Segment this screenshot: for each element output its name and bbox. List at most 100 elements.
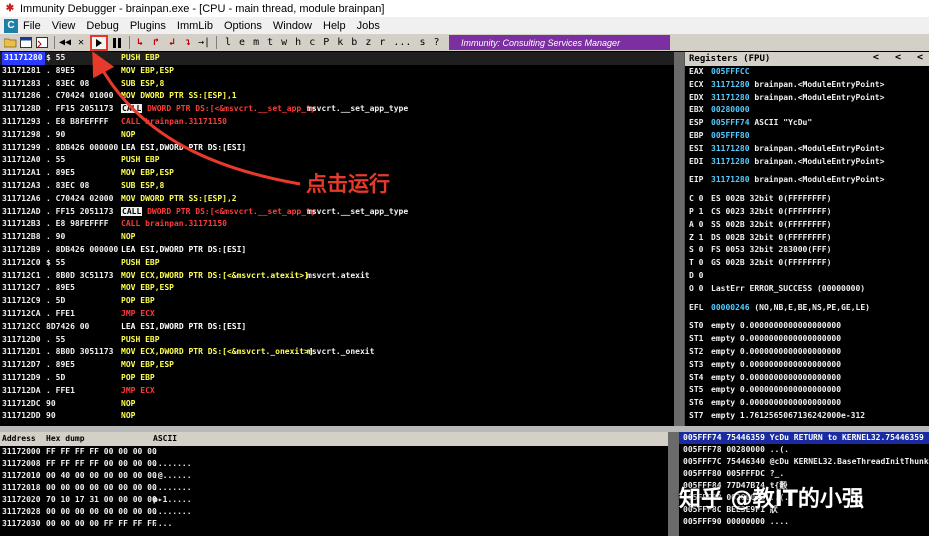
- menu-debug[interactable]: Debug: [86, 20, 118, 32]
- register-row[interactable]: ESI 31171280 brainpan.<ModuleEntryPoint>: [685, 143, 929, 156]
- dump-row[interactable]: 31172030 00 00 00 00 FF FF FF FF....: [0, 518, 668, 530]
- register-row[interactable]: A 0 SS 002B 32bit 0(FFFFFFFF): [685, 219, 929, 232]
- step-over-icon[interactable]: ↱: [149, 35, 163, 50]
- restart-icon[interactable]: ◀◀: [58, 35, 72, 50]
- menu-jobs[interactable]: Jobs: [357, 20, 380, 32]
- register-row[interactable]: ST2 empty 0.0000000000000000000: [685, 346, 929, 359]
- menu-file[interactable]: File: [23, 20, 41, 32]
- disasm-row[interactable]: 311712DD 90 NOP: [0, 410, 674, 423]
- register-row[interactable]: ST0 empty 0.0000000000000000000: [685, 320, 929, 333]
- disasm-row[interactable]: 31171283 . 83EC 08 SUB ESP,8: [0, 78, 674, 91]
- hardware-bp-button[interactable]: z: [365, 37, 371, 48]
- register-value[interactable]: 005FFFCC: [711, 67, 750, 76]
- register-row[interactable]: EDX 31171280 brainpan.<ModuleEntryPoint>: [685, 92, 929, 105]
- executable-modules-button[interactable]: e: [239, 37, 245, 48]
- cpu-window-icon[interactable]: C: [4, 18, 18, 33]
- register-value[interactable]: 31171280: [711, 93, 750, 102]
- register-row[interactable]: EBP 005FFF80: [685, 130, 929, 143]
- dump-col-ascii[interactable]: ASCII: [153, 434, 177, 443]
- disasm-row[interactable]: 311712B8 . 90 NOP: [0, 231, 674, 244]
- dump-row[interactable]: 31172008 FF FF FF FF 00 00 00 00........: [0, 458, 668, 470]
- disasm-row[interactable]: 311712AD . FF15 2051173 CALL DWORD PTR DS:…: [0, 206, 674, 219]
- patches-button[interactable]: P: [323, 37, 329, 48]
- disasm-row[interactable]: 311712CC 8D7426 00 LEA ESI,DWORD PTR DS:[…: [0, 321, 674, 334]
- breakpoints-button[interactable]: b: [351, 37, 357, 48]
- register-value[interactable]: 31171280: [711, 175, 750, 184]
- threads-button[interactable]: t: [267, 37, 273, 48]
- open-folder-icon[interactable]: [3, 35, 17, 50]
- run-trace-button[interactable]: r: [379, 37, 385, 48]
- register-row[interactable]: C 0 ES 002B 32bit 0(FFFFFFFF): [685, 193, 929, 206]
- dump-scrollbar[interactable]: [668, 432, 679, 536]
- register-row[interactable]: ST3 empty 0.0000000000000000000: [685, 359, 929, 372]
- dump-row[interactable]: 31172028 00 00 00 00 00 00 00 00........: [0, 506, 668, 518]
- disasm-row[interactable]: 311712B3 . E8 98FEFFFF CALL brainpan.31171…: [0, 218, 674, 231]
- register-value[interactable]: 005FFF74: [711, 118, 750, 127]
- register-row[interactable]: EBX 00280000: [685, 104, 929, 117]
- register-value[interactable]: 005FFF80: [711, 131, 750, 140]
- dump-row[interactable]: 31172018 00 00 00 00 00 00 00 00........: [0, 482, 668, 494]
- register-value[interactable]: 00280000: [711, 105, 750, 114]
- vertical-scrollbar[interactable]: [674, 52, 684, 426]
- memory-map-button[interactable]: m: [253, 37, 259, 48]
- close-icon[interactable]: ✕: [74, 35, 88, 50]
- register-row[interactable]: P 1 CS 0023 32bit 0(FFFFFFFF): [685, 206, 929, 219]
- register-row[interactable]: T 0 GS 002B 32bit 0(FFFFFFFF): [685, 257, 929, 270]
- step-into-icon[interactable]: ↳: [133, 35, 147, 50]
- call-stack-button[interactable]: k: [337, 37, 343, 48]
- menu-view[interactable]: View: [52, 20, 76, 32]
- register-row[interactable]: ECX 31171280 brainpan.<ModuleEntryPoint>: [685, 79, 929, 92]
- register-row[interactable]: ST4 empty 0.0000000000000000000: [685, 372, 929, 385]
- register-row[interactable]: EAX 005FFFCC: [685, 66, 929, 79]
- dump-col-hex[interactable]: Hex dump: [46, 434, 85, 443]
- stack-row[interactable]: 005FFF90 00000000 ....: [679, 516, 929, 528]
- source-button[interactable]: ...: [393, 37, 411, 48]
- register-row[interactable]: ST5 empty 0.0000000000000000000: [685, 384, 929, 397]
- disasm-row[interactable]: 311712D9 . 5D POP EBP: [0, 372, 674, 385]
- register-row[interactable]: EFL 00000246 (NO,NB,E,BE,NS,PE,GE,LE): [685, 302, 929, 315]
- dump-row[interactable]: 31172000 FF FF FF FF 00 00 00 00 .: [0, 446, 668, 458]
- menu-immlib[interactable]: ImmLib: [177, 20, 213, 32]
- stack-row[interactable]: 005FFF80 005FFFDC ?_.: [679, 468, 929, 480]
- dump-row[interactable]: 31172010 00 40 00 00 00 00 00 00 .@......: [0, 470, 668, 482]
- dump-col-address[interactable]: Address: [2, 434, 36, 443]
- register-row[interactable]: ST1 empty 0.0000000000000000000: [685, 333, 929, 346]
- disassembly-pane[interactable]: 31171280 $ 55 PUSH EBP 31171281. 89E5 MOV EB…: [0, 52, 674, 426]
- register-value[interactable]: 31171280: [711, 157, 750, 166]
- disasm-row[interactable]: 311712DC 90 NOP: [0, 398, 674, 411]
- windows-button[interactable]: w: [281, 37, 287, 48]
- chevron-left-icon[interactable]: <: [895, 52, 901, 63]
- pause-icon[interactable]: [110, 35, 124, 50]
- register-row[interactable]: O 0 LastErr ERROR_SUCCESS (00000000): [685, 283, 929, 296]
- register-row[interactable]: ST6 empty 0.0000000000000000000: [685, 397, 929, 410]
- menu-help[interactable]: Help: [323, 20, 346, 32]
- cpu-button[interactable]: c: [309, 37, 315, 48]
- disasm-row[interactable]: 311712A0 . 55 PUSH EBP: [0, 154, 674, 167]
- disasm-row[interactable]: 311712C1 . 8B0D 3C51173 MOV ECX,DWORD PTR …: [0, 270, 674, 283]
- log-button[interactable]: l: [225, 37, 231, 48]
- dump-row[interactable]: 31172020 70 10 17 31 00 00 00 00 p▸1.....: [0, 494, 668, 506]
- register-row[interactable]: EIP 31171280 brainpan.<ModuleEntryPoint>: [685, 174, 929, 187]
- trace-over-icon[interactable]: ↴: [181, 35, 195, 50]
- stack-row[interactable]: 005FFF74 75446359 YcDu RETURN to KERNEL3…: [679, 432, 929, 444]
- chevron-left-icon[interactable]: <: [917, 52, 923, 63]
- chevron-left-icon[interactable]: <: [873, 52, 879, 63]
- disasm-row[interactable]: 311712CA . FFE1 JMP ECX: [0, 308, 674, 321]
- menu-options[interactable]: Options: [224, 20, 262, 32]
- run-button[interactable]: [90, 34, 108, 51]
- hex-dump-pane[interactable]: Address Hex dump ASCII 31172000 FF FF FF …: [0, 432, 668, 536]
- register-row[interactable]: S 0 FS 0053 32bit 283000(FFF): [685, 244, 929, 257]
- disasm-row[interactable]: 31171293 . E8 B8FEFFFF CALL brainpan.31171…: [0, 116, 674, 129]
- disasm-row[interactable]: 311712C7 . 89E5 MOV EBP,ESP: [0, 282, 674, 295]
- disasm-row[interactable]: 311712C0 $ 55 PUSH EBP: [0, 257, 674, 270]
- source-files-button[interactable]: s: [419, 37, 425, 48]
- disasm-row[interactable]: 3117128D . FF15 2051173 CALL DWORD PTR DS:…: [0, 103, 674, 116]
- register-value[interactable]: 31171280: [711, 144, 750, 153]
- register-value[interactable]: 31171280: [711, 80, 750, 89]
- disasm-row[interactable]: 31171299 . 8DB426 000000 LEA ESI,DWORD PTR…: [0, 142, 674, 155]
- disasm-row[interactable]: 311712D0 . 55 PUSH EBP: [0, 334, 674, 347]
- register-row[interactable]: Z 1 DS 002B 32bit 0(FFFFFFFF): [685, 232, 929, 245]
- register-row[interactable]: EDI 31171280 brainpan.<ModuleEntryPoint>: [685, 156, 929, 169]
- log-window-icon[interactable]: [35, 35, 49, 50]
- registers-pane[interactable]: Registers (FPU) < < < EAX 005FFFCC ECX 311…: [684, 52, 929, 426]
